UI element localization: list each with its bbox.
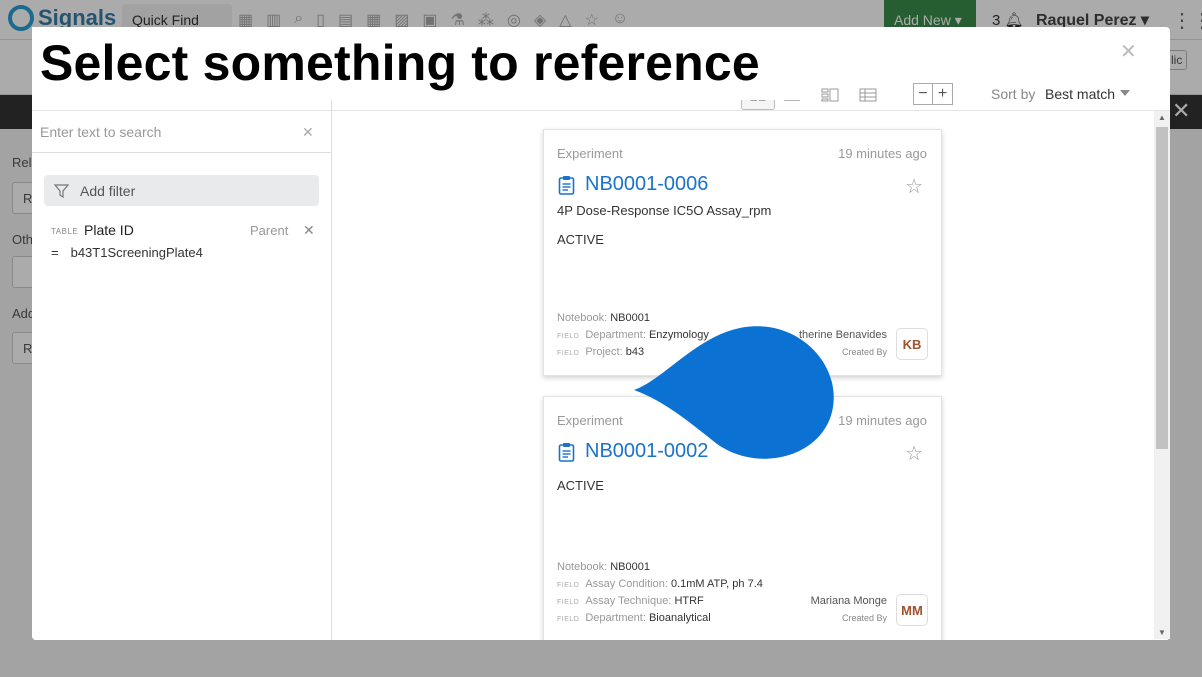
- avatar: MM: [896, 594, 928, 626]
- add-filter-button[interactable]: Add filter: [44, 175, 319, 206]
- filter-name: Plate ID: [84, 222, 134, 238]
- sort-select[interactable]: Best match: [1045, 86, 1115, 102]
- modal-close-icon[interactable]: ✕: [1120, 39, 1137, 64]
- zoom-out-button[interactable]: −: [913, 83, 933, 105]
- scroll-thumb[interactable]: [1156, 127, 1168, 449]
- card-created-by-label: Created By: [841, 613, 887, 623]
- scroll-down-arrow[interactable]: ▼: [1158, 628, 1166, 637]
- filter-operator: =: [51, 245, 59, 260]
- card-created-by-label: Created By: [841, 347, 887, 357]
- reference-modal: ✕ ✕ Add filter TABLE Plate ID Parent ✕ =…: [32, 27, 1170, 640]
- page-title: Select something to reference: [40, 35, 760, 91]
- star-icon[interactable]: ☆: [905, 441, 923, 466]
- card-creator: Mariana Monge: [810, 595, 887, 607]
- sort-label: Sort by: [991, 86, 1036, 102]
- card-field: FIELD Assay Technique: HTRF: [557, 595, 704, 607]
- filter-value-row[interactable]: = b43T1ScreeningPlate4: [51, 245, 203, 260]
- zoom-controls: − +: [913, 83, 953, 105]
- filter-pane: ✕ Add filter TABLE Plate ID Parent ✕ = b4…: [32, 95, 332, 640]
- scroll-up-arrow[interactable]: ▲: [1158, 113, 1166, 122]
- remove-filter-icon[interactable]: ✕: [303, 222, 315, 239]
- clipboard-icon: [558, 442, 575, 462]
- card-field: FIELD Project: b43: [557, 346, 645, 358]
- split-view-icon[interactable]: [821, 88, 839, 102]
- table-view-icon[interactable]: [859, 88, 877, 102]
- card-field: FIELD Assay Condition: 0.1mM ATP, ph 7.4: [557, 578, 763, 590]
- search-input[interactable]: [40, 120, 290, 144]
- filter-item: TABLE Plate ID Parent ✕: [51, 221, 321, 241]
- card-description: 4P Dose-Response IC5O Assay_rpm: [557, 203, 772, 218]
- card-timestamp: 19 minutes ago: [838, 146, 927, 161]
- results-scrollbar[interactable]: ▲ ▼: [1154, 111, 1170, 639]
- card-field: FIELD Department: Bioanalytical: [557, 612, 711, 624]
- card-status: ACTIVE: [557, 232, 604, 247]
- card-id-link[interactable]: NB0001-0006: [585, 173, 708, 196]
- clipboard-icon: [558, 175, 575, 195]
- card-timestamp: 19 minutes ago: [838, 413, 927, 428]
- avatar: KB: [896, 328, 928, 360]
- card-type: Experiment: [557, 146, 623, 161]
- funnel-icon: [54, 183, 69, 198]
- filter-value: b43T1ScreeningPlate4: [70, 245, 203, 260]
- card-notebook: Notebook: NB0001: [557, 561, 650, 573]
- pointer-marker: [634, 326, 834, 459]
- chevron-down-icon[interactable]: [1120, 90, 1130, 96]
- star-icon[interactable]: ☆: [905, 174, 923, 199]
- card-title-row[interactable]: NB0001-0006: [558, 173, 708, 196]
- clear-search-icon[interactable]: ✕: [302, 124, 314, 141]
- filter-scope-toggle[interactable]: Parent: [250, 223, 288, 238]
- filter-kind: TABLE: [51, 227, 79, 236]
- card-status: ACTIVE: [557, 478, 604, 493]
- zoom-in-button[interactable]: +: [933, 83, 953, 105]
- add-filter-label: Add filter: [80, 182, 136, 199]
- search-row: ✕: [32, 112, 332, 153]
- card-type: Experiment: [557, 413, 623, 428]
